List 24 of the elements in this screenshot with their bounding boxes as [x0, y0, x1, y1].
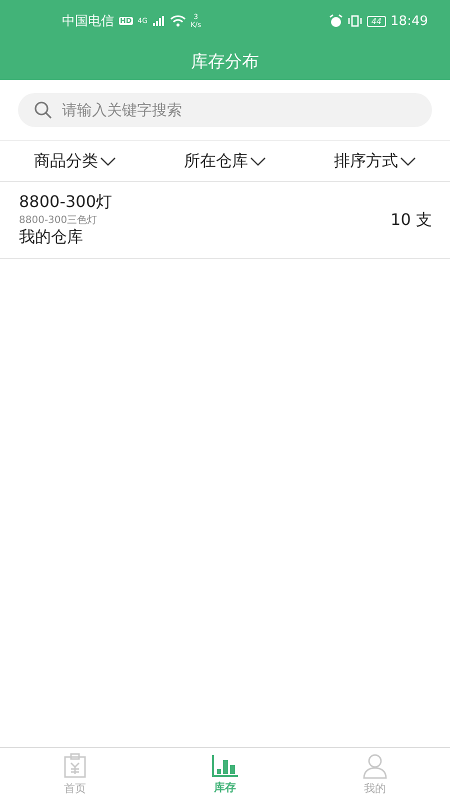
search-icon	[34, 101, 52, 119]
filter-dropdown[interactable]: 排序方式	[334, 150, 416, 172]
warehouse-name: 我的仓库	[19, 227, 84, 248]
carrier-name: 中国电信	[62, 13, 114, 30]
product-spec: 8800-300三色灯	[19, 214, 98, 227]
alarm-icon	[329, 14, 344, 28]
wifi-icon	[170, 15, 186, 27]
page-title: 库存分布	[191, 50, 259, 72]
clipboard-icon	[62, 752, 88, 778]
chevron-down-icon	[250, 156, 266, 166]
signal-icon	[152, 16, 165, 26]
vibrate-icon	[348, 14, 362, 28]
filter-dropdown[interactable]: 商品分类	[34, 150, 116, 172]
battery-level: 44	[367, 16, 386, 26]
chevron-down-icon	[100, 156, 116, 166]
person-icon	[362, 752, 388, 778]
chevron-down-icon	[400, 156, 416, 166]
clock-time: 18:49	[390, 14, 428, 28]
search-field[interactable]: 请输入关键字搜索	[18, 93, 432, 127]
bar-chart-icon	[211, 754, 239, 778]
stock-item[interactable]: 8800-300灯 8800-300三色灯 我的仓库 10 支	[0, 182, 450, 259]
filter-dropdown[interactable]: 所在仓库	[184, 150, 266, 172]
product-name: 8800-300灯	[19, 192, 112, 213]
stock-quantity: 10 支	[390, 210, 432, 230]
